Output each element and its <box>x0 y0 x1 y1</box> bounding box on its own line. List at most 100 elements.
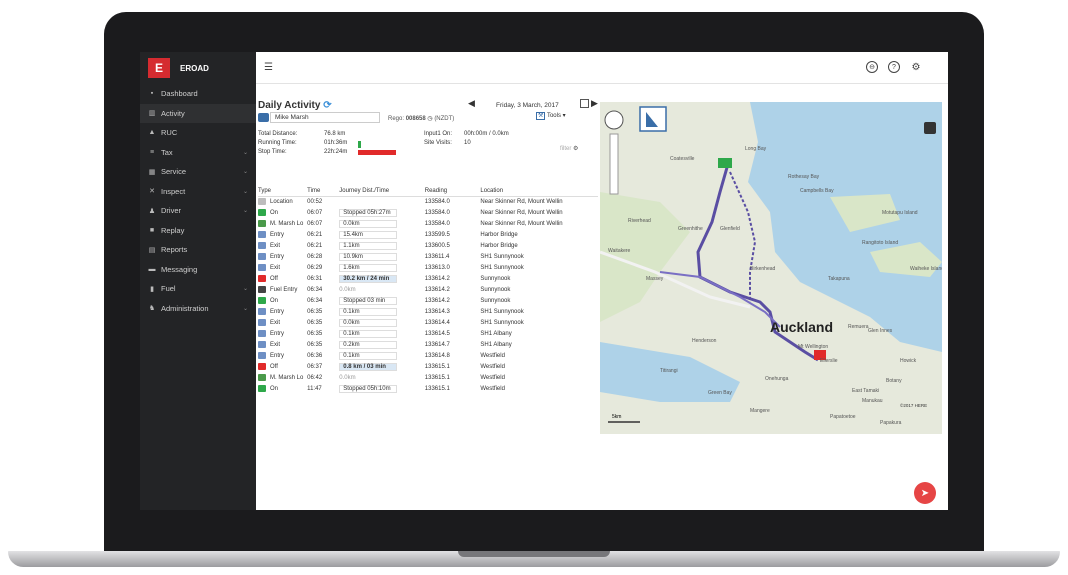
reading-cell: 133614.4 <box>424 319 450 326</box>
table-body: Location 00:52 133584.0 Near Skinner Rd, Mo… <box>258 196 598 394</box>
column-header-location[interactable]: Location <box>480 186 598 197</box>
time-cell: 11:47 <box>307 385 322 392</box>
sidebar-item-driver[interactable]: ♟ Driver ⌄ <box>140 201 256 221</box>
location-cell: SH1 Albany <box>480 341 512 348</box>
map-canvas: Auckland Long Bay Rothesay Bay Takapuna Coat… <box>600 102 942 434</box>
journey-cell: 0.1km <box>339 328 425 339</box>
map-label: Glenfield <box>720 226 740 232</box>
reading-cell: 133584.0 <box>424 220 450 227</box>
type-label: Entry <box>270 309 285 316</box>
help-icon[interactable]: ? <box>888 61 900 73</box>
table-row[interactable]: M. Marsh Lo 06:42 0.0km 133615.1 Westfield <box>258 372 598 383</box>
reading-cell: 133614.2 <box>424 275 450 282</box>
type-label: On <box>270 386 279 393</box>
table-row[interactable]: Entry 06:28 10.9km 133611.4 SH1 Sunnynook <box>258 251 598 262</box>
running-time-label: Running Time: <box>258 140 297 146</box>
chevron-down-icon[interactable]: ⌄ <box>243 149 248 156</box>
sidebar-item-messaging[interactable]: ▬ Messaging <box>140 260 256 280</box>
type-cell: On <box>258 383 307 394</box>
sidebar-item-label: Tax <box>161 147 173 157</box>
map-label: Manukau <box>862 398 883 404</box>
zoom-slider[interactable] <box>609 133 619 195</box>
column-header-time[interactable]: Time <box>307 186 340 197</box>
journey-cell: 30.2 km / 24 min <box>339 273 425 284</box>
chevron-down-icon[interactable]: ⌄ <box>243 168 248 175</box>
minimize-icon[interactable]: ⊖ <box>866 61 878 73</box>
table-row[interactable]: M. Marsh Lo 06:07 0.0km 133584.0 Near Skinne… <box>258 218 598 229</box>
type-cell: Exit <box>258 339 307 350</box>
journey-cell: 0.2km <box>339 339 425 350</box>
sidebar-item-activity[interactable]: ▥ Activity <box>140 103 256 123</box>
table-row[interactable]: Entry 06:35 0.1km 133614.5 SH1 Albany <box>258 328 598 339</box>
table-row[interactable]: Entry 06:36 0.1km 133614.8 Westfield <box>258 350 598 361</box>
calendar-icon[interactable] <box>580 99 589 108</box>
menu-toggle-icon[interactable]: ☰ <box>264 62 273 73</box>
map-layer-button[interactable] <box>639 106 667 132</box>
driver-select[interactable]: Mike Marsh <box>270 112 380 123</box>
table-row[interactable]: Exit 06:35 0.2km 133614.7 SH1 Albany <box>258 339 598 350</box>
table-row[interactable]: Off 06:37 0.8 km / 03 min 133615.1 Westfield <box>258 361 598 372</box>
table-row[interactable]: Off 06:31 30.2 km / 24 min 133614.2 Sunnynoo… <box>258 273 598 284</box>
sidebar-item-dashboard[interactable]: ▪ Dashboard <box>140 84 256 104</box>
chevron-down-icon[interactable]: ⌄ <box>243 188 248 195</box>
chevron-down-icon[interactable]: ⌄ <box>243 207 248 214</box>
sidebar-item-service[interactable]: ▦ Service ⌄ <box>140 162 256 182</box>
table-row[interactable]: On 06:34 Stopped 03 min 133614.2 Sunnynook <box>258 295 598 306</box>
brand[interactable]: E EROAD <box>140 52 256 84</box>
type-cell: Location <box>258 196 307 207</box>
type-label: Off <box>270 276 278 283</box>
fullscreen-icon[interactable] <box>924 122 936 134</box>
refresh-icon[interactable]: ⟳ <box>323 100 331 111</box>
sidebar-item-tax[interactable]: ≡ Tax ⌄ <box>140 143 256 163</box>
column-header-type[interactable]: Type <box>258 186 308 197</box>
tools-dropdown[interactable]: ⚒ Tools ▾ <box>536 112 566 120</box>
sidebar-item-administration[interactable]: ♞ Administration ⌄ <box>140 299 256 319</box>
table-row[interactable]: On 06:07 Stopped 05h:27m 133584.0 Near Skinn… <box>258 207 598 218</box>
previous-day-button[interactable]: ◀ <box>468 98 475 109</box>
filter-button[interactable]: filter ⚙ <box>560 145 578 152</box>
sidebar-item-inspect[interactable]: ✕ Inspect ⌄ <box>140 182 256 202</box>
journey-value: Stopped 05h:27m <box>339 208 398 217</box>
route-map[interactable]: Auckland Long Bay Rothesay Bay Takapuna Coat… <box>600 102 942 434</box>
column-header-reading[interactable]: Reading <box>424 186 481 197</box>
settings-gear-icon[interactable]: ⚙ <box>910 61 922 73</box>
journey-cell: 0.1km <box>339 350 425 361</box>
chevron-down-icon[interactable]: ⌄ <box>243 305 248 312</box>
event-type-icon <box>258 340 266 348</box>
sidebar-item-fuel[interactable]: ▮ Fuel ⌄ <box>140 279 256 299</box>
pan-control-icon[interactable] <box>604 110 624 130</box>
event-type-icon <box>258 198 266 206</box>
map-label: Greenhithe <box>678 226 703 232</box>
chevron-down-icon[interactable]: ⌄ <box>243 285 248 292</box>
table-row[interactable]: Entry 06:35 0.1km 133614.3 SH1 Sunnynook <box>258 306 598 317</box>
journey-value: 1.1km <box>339 241 398 250</box>
sidebar-item-replay[interactable]: ■ Replay <box>140 221 256 241</box>
column-header-journey-dist-time[interactable]: Journey Dist./Time <box>339 186 425 197</box>
table-row[interactable]: Location 00:52 133584.0 Near Skinner Rd, Mo… <box>258 196 598 207</box>
sidebar-item-reports[interactable]: ▤ Reports <box>140 240 256 260</box>
table-row[interactable]: Fuel Entry 06:34 0.0km 133614.2 Sunnynook <box>258 284 598 295</box>
map-label: East Tamaki <box>852 388 879 394</box>
event-type-icon <box>258 384 266 392</box>
laptop-notch <box>458 551 610 557</box>
next-day-button[interactable]: ▶ <box>591 98 598 109</box>
map-label: Ellerslie <box>820 358 838 364</box>
time-cell: 06:29 <box>307 264 323 271</box>
reading-cell: 133613.0 <box>424 264 450 271</box>
reading-cell: 133615.1 <box>424 363 450 370</box>
event-type-icon <box>258 318 266 326</box>
type-cell: Entry <box>258 306 307 317</box>
table-row[interactable]: Exit 06:21 1.1km 133600.5 Harbor Bridge <box>258 240 598 251</box>
location-cell: Near Skinner Rd, Mount Wellin <box>480 198 563 205</box>
truck-start-icon[interactable] <box>718 158 732 168</box>
map-label: Rangitoto Island <box>862 240 898 246</box>
table-row[interactable]: On 11:47 Stopped 05h:10m 133615.1 Westfield <box>258 383 598 394</box>
sidebar-item-ruc[interactable]: ▲ RUC <box>140 123 256 143</box>
running-time-value: 01h:36m <box>324 140 348 146</box>
table-row[interactable]: Exit 06:35 0.0km 133614.4 SH1 Sunnynook <box>258 317 598 328</box>
table-row[interactable]: Exit 06:29 1.6km 133613.0 SH1 Sunnynook <box>258 262 598 273</box>
reading-cell: 133611.4 <box>424 253 450 260</box>
navigate-fab-button[interactable]: ➤ <box>914 482 936 504</box>
map-label: Papatoetoe <box>830 414 856 420</box>
table-row[interactable]: Entry 06:21 15.4km 133599.5 Harbor Bridge <box>258 229 598 240</box>
